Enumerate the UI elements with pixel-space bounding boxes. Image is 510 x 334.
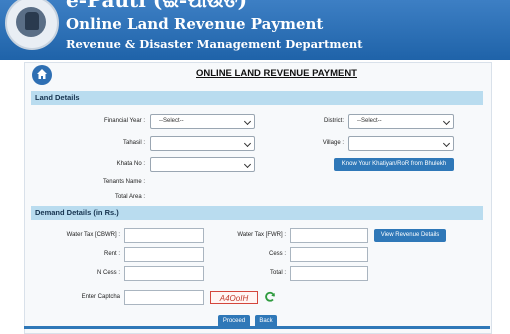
site-header: e-Pauti (ଇ-ପାଉତି) Online Land Revenue Pa… [0,0,510,60]
demand-details-header: Demand Details (in Rs.) [31,206,483,220]
village-label: Village : [322,140,344,146]
home-button[interactable] [32,65,52,85]
n-cess-input[interactable] [124,266,204,281]
rent-label: Rent : [103,251,120,257]
financial-year-select[interactable]: --Select-- [150,114,255,129]
cess-label: Cess : [268,251,286,257]
chevron-down-icon [243,160,252,169]
home-icon [37,69,47,79]
chevron-down-icon [442,117,451,126]
district-label: District: [324,118,344,124]
financial-year-value: --Select-- [159,118,184,124]
khata-no-select[interactable] [150,157,255,172]
water-tax-cbwr-label: Water Tax [CBWR] : [66,232,120,238]
water-tax-cbwr-input[interactable] [124,228,204,243]
captcha-label: Enter Captcha [81,294,120,300]
total-area-label: Total Area : [114,194,145,200]
chevron-down-icon [442,139,451,148]
total-label: Total : [269,270,286,276]
n-cess-label: N Cess : [96,270,120,276]
tahasil-select[interactable] [150,136,255,151]
captcha-image: A4OoIH [210,291,258,304]
chevron-down-icon [243,117,252,126]
rent-input[interactable] [124,247,204,262]
tahasil-label: Tahasil : [122,140,145,146]
village-select[interactable] [348,136,454,151]
financial-year-label: Financial Year : [103,118,145,124]
site-subtitle: Online Land Revenue Payment [66,15,324,33]
view-revenue-details-button[interactable]: View Revenue Details [374,229,446,242]
tenants-name-label: Tenants Name : [102,179,145,185]
chevron-down-icon [243,139,252,148]
land-details-header: Land Details [31,91,483,105]
land-details-heading: Land Details [35,93,80,102]
refresh-icon[interactable] [264,291,276,303]
demand-details-heading: Demand Details (in Rs.) [35,208,119,217]
captcha-input[interactable] [124,290,204,305]
total-input[interactable] [290,266,368,281]
page-title: ONLINE LAND REVENUE PAYMENT [196,68,357,79]
logo-icon [5,0,59,50]
cess-input[interactable] [290,247,368,262]
khata-no-label: Khata No : [116,161,145,167]
know-khatiyan-button[interactable]: Know Your Khatiyan/RoR from Bhulekh [334,158,454,171]
site-title: e-Pauti (ଇ-ପାଉତି) [66,0,248,12]
department-name: Revenue & Disaster Management Department [66,37,363,51]
water-tax-fwr-input[interactable] [290,228,368,243]
district-select[interactable]: --Select-- [348,114,454,129]
district-value: --Select-- [357,118,382,124]
water-tax-fwr-label: Water Tax [FWR] : [237,232,286,238]
